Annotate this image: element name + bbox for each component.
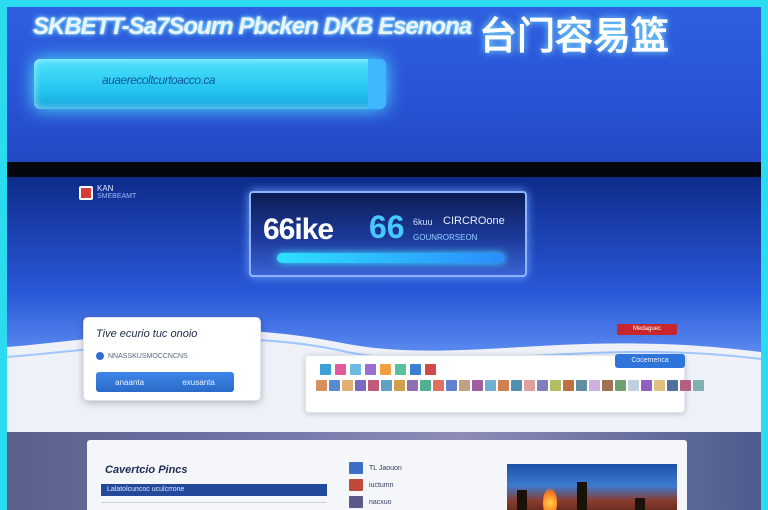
login-card: Tive ecurio tuc onoio NNASSKUSMOCCNCNS a… <box>83 317 261 401</box>
gallery-thumb[interactable] <box>316 380 327 391</box>
promo-small-text: 6kuu <box>413 217 433 227</box>
gallery-thumb[interactable] <box>550 380 561 391</box>
gallery-thumb[interactable] <box>433 380 444 391</box>
hero-logo[interactable]: KAN SMEBEAMT <box>79 185 136 200</box>
news-text: TL Jaouon <box>369 464 402 472</box>
hero-section: KAN SMEBEAMT 66ike 66 6kuu CIRCROone GOU… <box>7 177 761 437</box>
gallery-thumb[interactable] <box>425 364 436 375</box>
gallery-thumb[interactable] <box>355 380 366 391</box>
gallery-thumb[interactable] <box>498 380 509 391</box>
feature-photo[interactable] <box>507 464 677 510</box>
logo-badge-icon <box>79 185 93 200</box>
gallery-thumb[interactable] <box>350 364 361 375</box>
gallery-thumb[interactable] <box>628 380 639 391</box>
gallery-thumb[interactable] <box>335 364 346 375</box>
promo-card[interactable]: 66ike 66 6kuu CIRCROone GOUNRORSEON <box>249 191 527 277</box>
promo-brand: CIRCROone <box>443 215 505 227</box>
gallery-thumb[interactable] <box>394 380 405 391</box>
gallery-thumb[interactable] <box>667 380 678 391</box>
gallery-thumb[interactable] <box>381 380 392 391</box>
news-list: TL JaouoniuctumnnacxuoAcuoie <box>349 462 489 510</box>
gallery-top-thumbs <box>320 364 436 375</box>
gallery-tag[interactable]: Medaguec <box>617 324 677 335</box>
gallery-thumb[interactable] <box>365 364 376 375</box>
photo-tree <box>635 498 645 510</box>
gallery-thumb[interactable] <box>472 380 483 391</box>
gallery-button[interactable]: Cocemenca <box>615 354 685 368</box>
gallery-thumb[interactable] <box>654 380 665 391</box>
app-frame: SKBETT-Sa7Sourn Pbcken DKB Esenona 台门容易篮… <box>0 0 768 510</box>
news-text: iuctumn <box>369 481 394 489</box>
gallery-thumb[interactable] <box>320 364 331 375</box>
news-item[interactable]: nacxuo <box>349 496 489 508</box>
login-line: NNASSKUSMOCCNCNS <box>96 352 188 360</box>
banner-title: SKBETT-Sa7Sourn Pbcken DKB Esenona <box>33 13 472 40</box>
gallery-thumb[interactable] <box>589 380 600 391</box>
gallery-thumb[interactable] <box>485 380 496 391</box>
gallery-thumb[interactable] <box>537 380 548 391</box>
gallery-thumb[interactable] <box>615 380 626 391</box>
photo-glow <box>543 488 557 510</box>
banner-search-bar[interactable]: auaerecoltcurtoacco.ca <box>34 59 386 109</box>
photo-tree <box>517 490 527 510</box>
login-button-right: exusanta <box>182 377 215 387</box>
gallery-thumb[interactable] <box>410 364 421 375</box>
promo-headline: 66ike <box>263 213 334 246</box>
divider-strip <box>7 162 761 177</box>
gallery-thumb[interactable] <box>407 380 418 391</box>
photo-tree <box>577 482 587 510</box>
banner-cjk-title: 台门容易篮 <box>479 14 670 58</box>
gallery-thumb[interactable] <box>511 380 522 391</box>
login-button-left: anaanta <box>115 377 145 387</box>
gallery-thumb[interactable] <box>641 380 652 391</box>
bottom-section: Cavertcio Pincs Lalatolcuncoc uculcrrone… <box>7 432 761 510</box>
gallery-thumb[interactable] <box>563 380 574 391</box>
gallery-thumb[interactable] <box>342 380 353 391</box>
news-text: nacxuo <box>369 498 392 506</box>
logo-subtext: SMEBEAMT <box>97 193 137 200</box>
login-button[interactable]: anaanta exusanta <box>96 372 234 392</box>
gallery-thumb[interactable] <box>602 380 613 391</box>
login-title: Tive ecurio tuc onoio <box>96 328 198 340</box>
gallery-thumb[interactable] <box>446 380 457 391</box>
promo-number: 66 <box>369 209 405 245</box>
gallery-thumb[interactable] <box>576 380 587 391</box>
news-thumb <box>349 496 363 508</box>
gallery-thumb[interactable] <box>395 364 406 375</box>
logo-text: KAN <box>97 184 114 193</box>
banner-bar-end <box>368 59 386 109</box>
section-bar[interactable]: Lalatolcuncoc uculcrrone <box>101 484 327 496</box>
gallery-thumb[interactable] <box>459 380 470 391</box>
gallery-thumb[interactable] <box>524 380 535 391</box>
news-item[interactable]: TL Jaouon <box>349 462 489 474</box>
divider <box>101 502 327 503</box>
gallery-thumb[interactable] <box>380 364 391 375</box>
news-thumb <box>349 462 363 474</box>
gallery-thumb[interactable] <box>420 380 431 391</box>
news-item[interactable]: iuctumn <box>349 479 489 491</box>
promo-progress-bar <box>277 253 505 263</box>
promo-subtext: GOUNRORSEON <box>413 233 478 242</box>
gallery-thumbs <box>316 380 704 391</box>
user-icon <box>96 352 104 360</box>
login-line-text: NNASSKUSMOCCNCNS <box>108 352 188 360</box>
top-banner: SKBETT-Sa7Sourn Pbcken DKB Esenona 台门容易篮… <box>7 7 761 162</box>
banner-bar-text: auaerecoltcurtoacco.ca <box>102 73 216 87</box>
gallery-thumb[interactable] <box>680 380 691 391</box>
news-thumb <box>349 479 363 491</box>
gallery-thumb[interactable] <box>329 380 340 391</box>
bottom-panel: Cavertcio Pincs Lalatolcuncoc uculcrrone… <box>87 440 687 510</box>
gallery-thumb[interactable] <box>693 380 704 391</box>
gallery-thumb[interactable] <box>368 380 379 391</box>
section-title: Cavertcio Pincs <box>105 464 188 476</box>
